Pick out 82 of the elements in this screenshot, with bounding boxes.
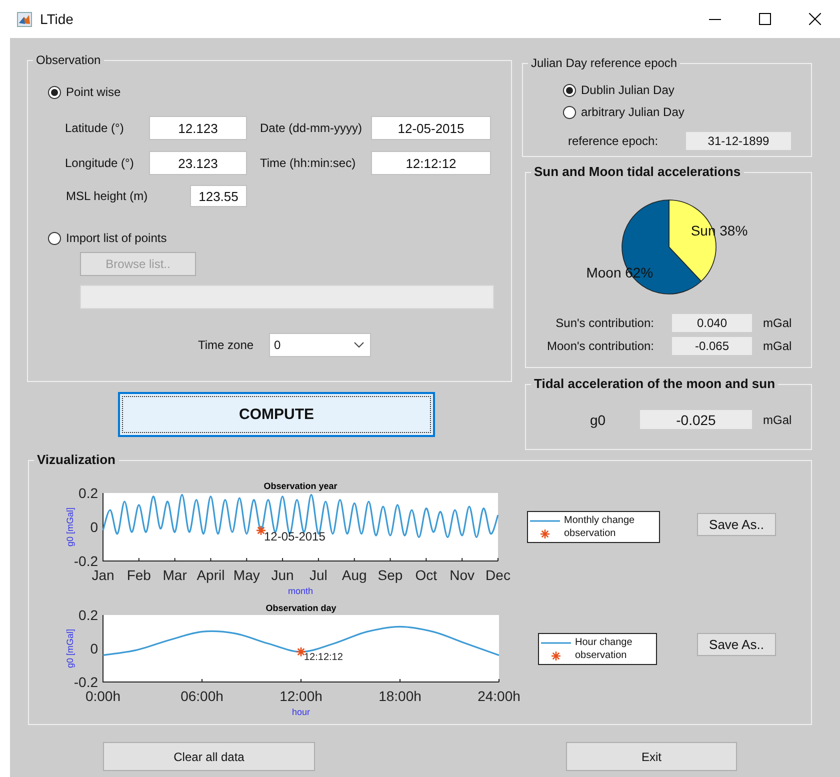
- save-as-button[interactable]: Save As..: [697, 513, 776, 536]
- radio-button[interactable]: [48, 86, 61, 98]
- annotation-label: 12-05-2015: [264, 529, 326, 544]
- panel-title: Julian Day reference epoch: [528, 56, 680, 70]
- tick-label: 24:00h: [478, 688, 520, 704]
- axis-title: month: [288, 586, 313, 596]
- tick-label: -0.2: [74, 553, 98, 569]
- tick-label: Mar: [162, 567, 187, 583]
- chevron-down-icon: [354, 342, 364, 348]
- radio-label: Import list of points: [66, 231, 167, 245]
- tick-label: Nov: [450, 567, 475, 583]
- chart-title: Observation year: [264, 481, 338, 491]
- annotation-label: 12:12:12: [304, 652, 343, 663]
- field-label: Time (hh:min:sec): [260, 156, 357, 170]
- g0-field: -0.025: [640, 410, 752, 429]
- legend-label: Hour change: [575, 637, 632, 648]
- latitude-field[interactable]: 12.123: [149, 116, 247, 140]
- legend-label: observation: [575, 650, 627, 661]
- field-label: Date (dd-mm-yyyy): [260, 121, 364, 135]
- axis-title: hour: [292, 707, 310, 717]
- panel-title: Tidal acceleration of the moon and sun: [531, 377, 778, 391]
- field-label: reference epoch:: [568, 134, 660, 148]
- field-label: Sun's contribution:: [554, 316, 654, 330]
- tick-label: -0.2: [74, 674, 98, 690]
- time-zone-dropdown[interactable]: 0: [269, 333, 371, 357]
- msl-height-field[interactable]: 123.55: [190, 185, 247, 207]
- tick-label: 06:00h: [180, 688, 224, 704]
- tick-label: April: [196, 567, 225, 583]
- radio-label: Dublin Julian Day: [581, 83, 674, 97]
- longitude-field[interactable]: 23.123: [149, 151, 247, 175]
- date-field[interactable]: 12-05-2015: [371, 116, 491, 140]
- radio-button[interactable]: [563, 106, 576, 118]
- tick-label: 0:00h: [85, 688, 121, 704]
- tick-label: Feb: [126, 567, 151, 583]
- close-icon: [809, 13, 821, 25]
- radio-label: Point wise: [66, 85, 121, 99]
- tick-label: Jul: [310, 567, 328, 583]
- tick-label: Dec: [486, 567, 510, 583]
- compute-button[interactable]: COMPUTE: [118, 392, 435, 437]
- tick-label: 0: [90, 519, 98, 535]
- legend-label: observation: [564, 528, 616, 539]
- unit-label: mGal: [763, 316, 792, 330]
- clear-all-data-button[interactable]: Clear all data: [103, 742, 315, 771]
- axis-title: g0 [mGal]: [65, 508, 75, 546]
- panel-title: Sun and Moon tidal accelerations: [531, 165, 744, 179]
- exit-button[interactable]: Exit: [566, 742, 737, 771]
- radio-label: arbitrary Julian Day: [581, 105, 684, 119]
- tick-label: 0.2: [78, 607, 98, 623]
- radio-button[interactable]: [48, 232, 61, 244]
- maximize-icon: [759, 13, 771, 25]
- tick-label: Jun: [271, 567, 294, 583]
- reference-epoch-field: 31-12-1899: [686, 132, 791, 150]
- panel-title: Vizualization: [34, 453, 118, 467]
- tick-label: Aug: [342, 567, 367, 583]
- tick-label: Oct: [415, 567, 438, 583]
- tick-label: 0: [90, 640, 98, 656]
- legend-label: Monthly change: [564, 515, 635, 526]
- file-path-field[interactable]: [80, 285, 494, 309]
- tick-label: 0.2: [78, 485, 98, 501]
- time-field[interactable]: 12:12:12: [371, 151, 491, 175]
- tick-label: 18:00h: [378, 688, 422, 704]
- contribution-field: 0.040: [672, 314, 752, 332]
- panel-title: Observation: [33, 53, 104, 67]
- chart-title: Observation day: [266, 603, 336, 613]
- save-as-button[interactable]: Save As..: [697, 633, 776, 656]
- field-label: Moon's contribution:: [546, 339, 654, 353]
- field-label: Latitude (°): [65, 121, 125, 135]
- tick-label: 12:00h: [280, 688, 322, 704]
- tick-label: Jan: [92, 567, 114, 583]
- axis-title: g0 [mGal]: [65, 629, 75, 668]
- field-label: g0: [590, 412, 607, 428]
- field-label: Time zone: [198, 338, 255, 352]
- window-title: LTide: [40, 11, 74, 27]
- unit-label: mGal: [763, 339, 792, 353]
- contribution-field: -0.065: [672, 337, 752, 355]
- tick-label: Sep: [378, 567, 403, 583]
- radio-button[interactable]: [563, 84, 576, 96]
- app-icon: [17, 12, 32, 26]
- field-label: MSL height (m): [66, 189, 149, 203]
- tick-label: May: [233, 567, 260, 583]
- field-label: Longitude (°): [65, 156, 135, 170]
- unit-label: mGal: [763, 412, 792, 426]
